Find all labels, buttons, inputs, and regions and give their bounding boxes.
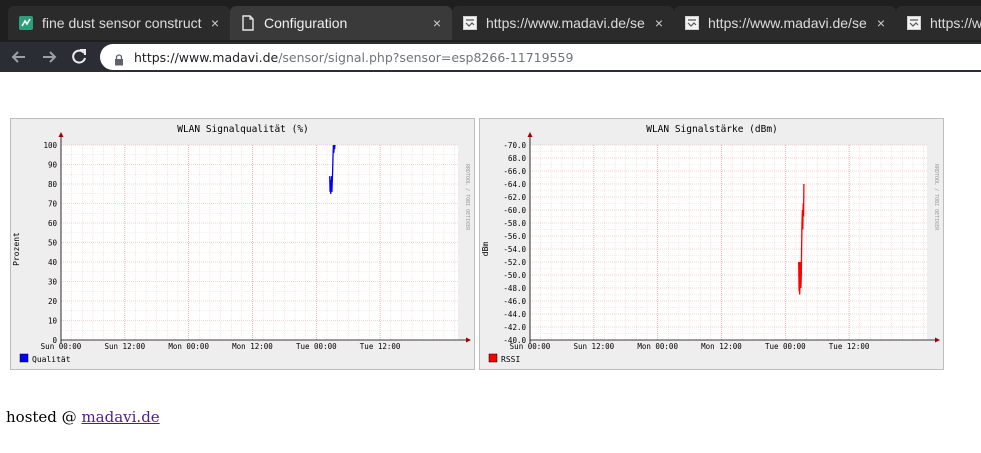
x-tick-label: Tue 12:00	[829, 342, 870, 351]
y-axis-label: Prozent	[12, 232, 21, 266]
chart-title: WLAN Signalstärke (dBm)	[646, 124, 778, 135]
y-tick-label: 40	[48, 258, 58, 267]
y-tick-label: 100	[43, 141, 57, 150]
broken-image-icon	[906, 15, 922, 31]
y-tick-label: -58.0	[503, 219, 526, 228]
tab-fine-dust[interactable]: fine dust sensor constructi ×	[8, 6, 230, 40]
tab-close-icon[interactable]: ×	[206, 15, 224, 31]
x-tick-labels: Sun 00:00 Sun 12:00 Mon 00:00 Mon 12:00 Tue …	[510, 342, 870, 351]
y-tick-label: -42.0	[503, 323, 526, 332]
y-tick-label: -54.0	[503, 245, 526, 254]
tab-title: https://www.madavi.de/se	[486, 15, 645, 31]
x-tick-label: Mon 00:00	[168, 342, 209, 351]
y-tick-label: -46.0	[503, 297, 526, 306]
y-tick-label: 90	[48, 161, 58, 170]
x-tick-label: Sun 00:00	[41, 342, 82, 351]
tab-madavi-1[interactable]: https://www.madavi.de/se ×	[452, 6, 674, 40]
y-tick-label: 20	[48, 297, 58, 306]
y-tick-label: -66.0	[503, 167, 526, 176]
y-axis-label: dBm	[481, 242, 490, 257]
page-icon	[240, 15, 256, 31]
browser-tab-bar: fine dust sensor constructi × Configurat…	[0, 0, 981, 42]
tab-close-icon[interactable]: ×	[872, 15, 890, 31]
y-tick-label: 70	[48, 200, 58, 209]
y-axis-arrow	[527, 132, 533, 137]
address-bar[interactable]: https://www.madavi.de/sensor/signal.php?…	[100, 44, 981, 70]
tab-title: fine dust sensor constructi	[42, 15, 202, 31]
rrdtool-watermark: RRDTOOL / TOBI OETIKER	[464, 164, 470, 231]
y-tick-label: 10	[48, 317, 58, 326]
legend-label: Qualität	[32, 355, 71, 364]
legend-swatch	[488, 353, 498, 363]
lock-icon	[114, 51, 124, 66]
footer: hosted @ madavi.de	[6, 408, 160, 426]
madavi-link[interactable]: madavi.de	[81, 408, 159, 426]
x-axis-arrow	[935, 337, 940, 343]
y-tick-label: -60.0	[503, 206, 526, 215]
y-tick-label: -44.0	[503, 310, 526, 319]
x-tick-label: Mon 12:00	[232, 342, 273, 351]
broken-image-icon	[462, 15, 478, 31]
y-axis-arrow	[58, 132, 64, 137]
url-path: /sensor/signal.php?sensor=esp8266-117195…	[278, 49, 574, 65]
y-tick-label: -56.0	[503, 232, 526, 241]
x-tick-label: Sun 00:00	[510, 342, 551, 351]
back-arrow-icon[interactable]	[8, 46, 30, 68]
chart-title: WLAN Signalqualität (%)	[177, 124, 309, 135]
y-tick-label: 68.0	[508, 154, 527, 163]
y-tick-labels: 0102030405060708090100	[43, 141, 57, 345]
signal-quality-chart: WLAN Signalqualität (%) Prozent RRDTOOL …	[10, 118, 475, 370]
x-tick-label: Mon 00:00	[637, 342, 678, 351]
y-tick-label: -70.0	[503, 141, 526, 150]
y-tick-label: -48.0	[503, 284, 526, 293]
signal-strength-chart: WLAN Signalstärke (dBm) dBm RRDTOOL / TO…	[479, 118, 944, 370]
y-tick-label: 80	[48, 180, 58, 189]
y-tick-label: -62.0	[503, 193, 526, 202]
y-tick-label: -64.0	[503, 180, 526, 189]
forward-arrow-icon[interactable]	[38, 46, 60, 68]
y-tick-label: -52.0	[503, 258, 526, 267]
y-tick-label: 50	[48, 239, 58, 248]
signal-strength-graph: WLAN Signalstärke (dBm) dBm RRDTOOL / TO…	[481, 124, 940, 364]
y-tick-label: -50.0	[503, 271, 526, 280]
x-tick-labels: Sun 00:00 Sun 12:00 Mon 00:00 Mon 12:00 Tue …	[41, 342, 401, 351]
x-tick-label: Tue 12:00	[360, 342, 401, 351]
signal-quality-graph: WLAN Signalqualität (%) Prozent RRDTOOL …	[12, 124, 471, 364]
tab-title: https://www.madavi.de/se	[708, 15, 867, 31]
x-tick-label: Sun 12:00	[105, 342, 146, 351]
reload-icon[interactable]	[68, 46, 90, 68]
tab-close-icon[interactable]: ×	[428, 15, 446, 31]
tab-madavi-2[interactable]: https://www.madavi.de/se ×	[674, 6, 896, 40]
browser-toolbar: https://www.madavi.de/sensor/signal.php?…	[0, 42, 981, 72]
url-host: https://www.madavi.de	[134, 49, 279, 65]
y-tick-labels: -40.0-42.0-44.0-46.0-48.0-50.0-52.0-54.0…	[503, 141, 526, 345]
x-tick-label: Mon 12:00	[701, 342, 742, 351]
tab-configuration[interactable]: Configuration ×	[230, 6, 452, 40]
tab-close-icon[interactable]: ×	[650, 15, 668, 31]
rrdtool-watermark: RRDTOOL / TOBI OETIKER	[933, 164, 939, 231]
x-tick-label: Tue 00:00	[296, 342, 337, 351]
tab-madavi-3[interactable]: https://w	[896, 6, 981, 40]
y-tick-label: 30	[48, 278, 58, 287]
footer-text: hosted @	[6, 408, 82, 426]
x-tick-label: Tue 00:00	[765, 342, 806, 351]
legend-label: RSSI	[501, 355, 520, 364]
x-axis-arrow	[466, 337, 471, 343]
tab-title: Configuration	[264, 15, 348, 31]
tab-title: https://w	[930, 15, 981, 31]
y-tick-label: 60	[48, 219, 58, 228]
x-tick-label: Sun 12:00	[574, 342, 615, 351]
broken-image-icon	[684, 15, 700, 31]
sensor-community-icon	[18, 15, 34, 31]
legend-swatch	[19, 353, 29, 363]
url-text: https://www.madavi.de/sensor/signal.php?…	[134, 50, 573, 65]
